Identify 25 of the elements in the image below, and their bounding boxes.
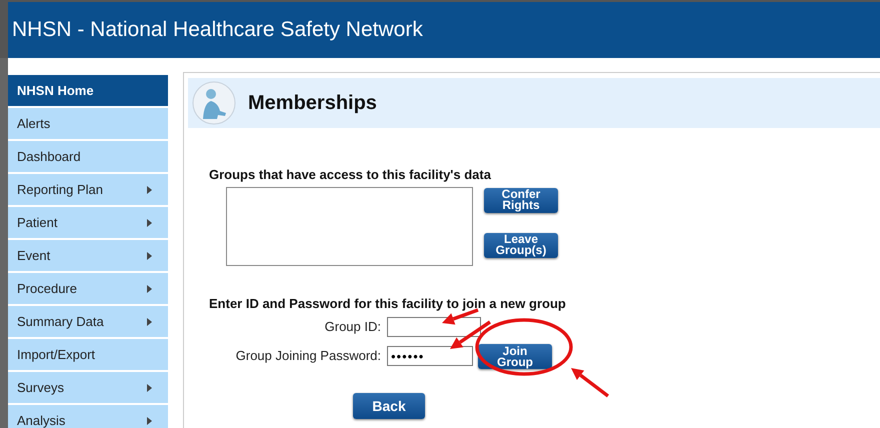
page-title: Memberships [248, 91, 377, 116]
sidebar-item[interactable]: Reporting Plan [8, 174, 168, 205]
join-group-button[interactable]: Join Group [478, 344, 552, 369]
section-label: Groups that have access to this facility's data [209, 166, 491, 184]
sidebar-item[interactable]: Procedure [8, 273, 168, 304]
field-label: Group ID: [324, 318, 381, 336]
sidebar-item[interactable]: Import/Export [8, 339, 168, 370]
field-label: Group Joining Password: [236, 347, 381, 366]
group-button[interactable]: Confer Rights [484, 188, 558, 212]
person-icon [192, 81, 236, 125]
sidebar-item[interactable]: Patient [8, 207, 168, 238]
group-button[interactable]: Leave Group(s) [484, 232, 558, 258]
sidebar-item[interactable]: Analysis [8, 405, 168, 428]
sidebar-item[interactable]: Alerts [8, 108, 168, 139]
sidebar-item[interactable]: Surveys [8, 372, 168, 403]
sidebar-item[interactable]: Dashboard [8, 141, 168, 172]
groups-list[interactable] [226, 186, 473, 266]
section-label: Enter ID and Password for this facility to join a new group [209, 294, 566, 313]
input-field[interactable]: •••••• [387, 346, 473, 366]
sidebar-item[interactable]: NHSN Home [8, 75, 168, 106]
sidebar-item[interactable]: Summary Data [8, 306, 168, 337]
app-title: NHSN - National Healthcare Safety Network [12, 17, 423, 44]
back-button[interactable]: Back [353, 393, 425, 419]
arrow-annotation [571, 368, 610, 398]
sidebar-item[interactable]: Event [8, 240, 168, 271]
